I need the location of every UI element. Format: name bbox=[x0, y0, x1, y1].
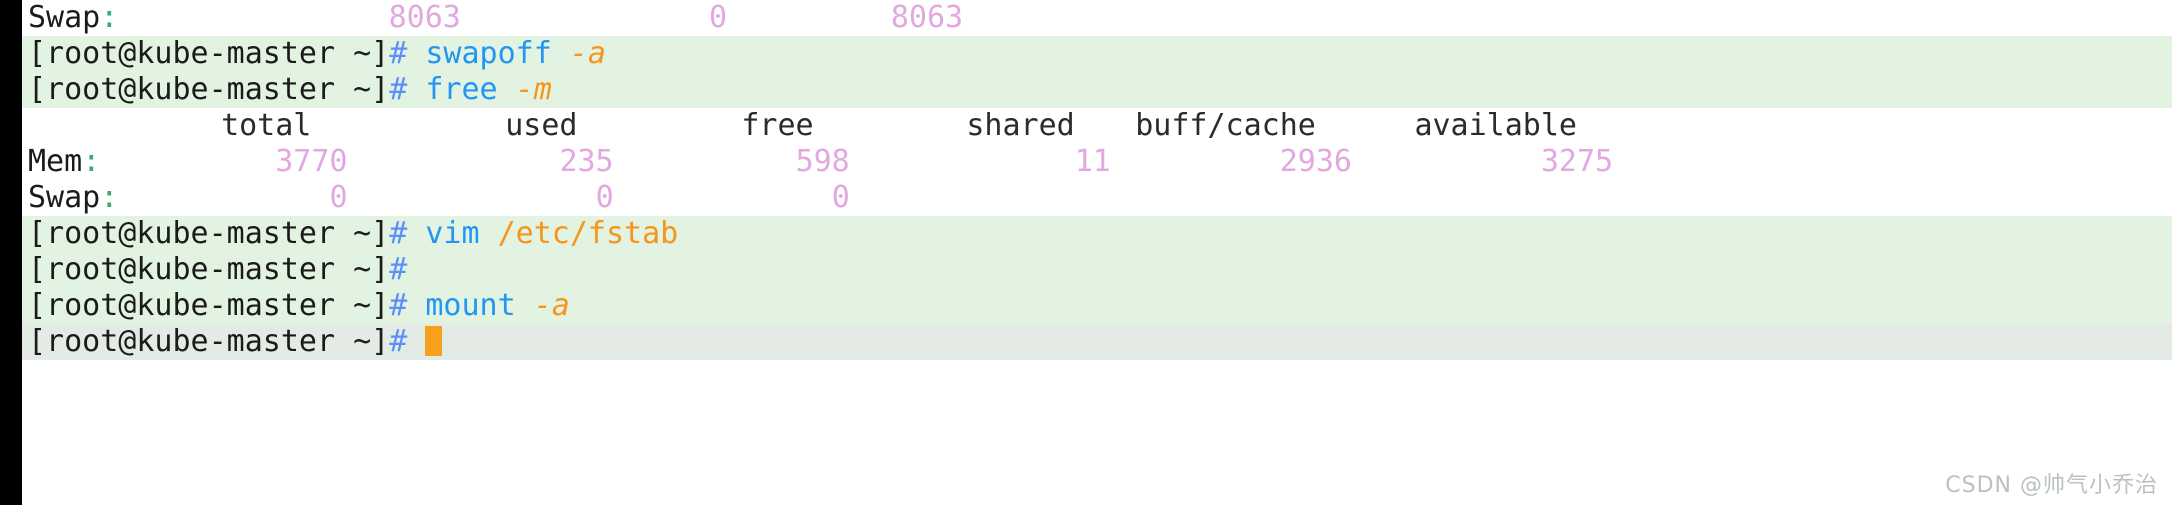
mem-shared-value: 11 bbox=[1074, 144, 1111, 179]
command-line-free[interactable]: [root@kube-master ~]# free -m bbox=[22, 72, 2172, 108]
shell-prompt: [root@kube-master ~] bbox=[28, 216, 390, 251]
prompt-hash-icon: # bbox=[389, 324, 408, 359]
command-name-swapoff: swapoff bbox=[425, 36, 552, 71]
command-name-vim: vim bbox=[425, 216, 480, 251]
mem-used-value: 235 bbox=[559, 144, 614, 179]
row-colon-swap: : bbox=[100, 180, 119, 215]
shell-prompt: [root@kube-master ~] bbox=[28, 288, 390, 323]
terminal-window: Swap: 8063 0 8063 [root@kube-master ~]# … bbox=[0, 0, 2172, 505]
terminal-screen[interactable]: Swap: 8063 0 8063 [root@kube-master ~]# … bbox=[22, 0, 2172, 505]
prompt-hash-icon: # bbox=[389, 252, 408, 287]
command-args-mount: -a bbox=[533, 288, 570, 323]
mem-total-value: 3770 bbox=[275, 144, 348, 179]
swap-top-total: 8063 bbox=[388, 0, 461, 35]
row-label-mem: Mem bbox=[28, 144, 83, 179]
free-table-header-row: total used free shared buff/cache availa… bbox=[22, 108, 2172, 144]
command-line-swapoff[interactable]: [root@kube-master ~]# swapoff -a bbox=[22, 36, 2172, 72]
csdn-watermark: CSDN @帅气小乔治 bbox=[1945, 473, 2158, 498]
mem-free-value: 598 bbox=[795, 144, 850, 179]
prompt-hash-icon: # bbox=[389, 72, 408, 107]
output-line-swap-top: Swap: 8063 0 8063 bbox=[22, 0, 2172, 36]
swap-total-value: 0 bbox=[329, 180, 348, 215]
free-table-row-mem: Mem: 3770 235 598 11 2936 3275 bbox=[22, 144, 2172, 180]
prompt-hash-icon: # bbox=[389, 288, 408, 323]
swap-top-colon: : bbox=[100, 0, 119, 35]
column-header-used: used bbox=[505, 108, 578, 143]
command-name-mount: mount bbox=[425, 288, 516, 323]
mem-available-value: 3275 bbox=[1540, 144, 1614, 179]
command-args-vim: /etc/fstab bbox=[497, 216, 679, 251]
shell-prompt: [root@kube-master ~] bbox=[28, 36, 390, 71]
column-header-free: free bbox=[741, 108, 814, 143]
shell-prompt: [root@kube-master ~] bbox=[28, 324, 390, 359]
swap-free-value: 0 bbox=[831, 180, 850, 215]
swap-top-label: Swap bbox=[28, 0, 101, 35]
column-header-shared: shared bbox=[966, 108, 1075, 143]
row-colon-mem: : bbox=[82, 144, 101, 179]
mem-buff-cache-value: 2936 bbox=[1279, 144, 1352, 179]
swap-top-free: 8063 bbox=[890, 0, 964, 35]
command-args-free: -m bbox=[515, 72, 552, 107]
terminal-left-gutter bbox=[0, 0, 22, 505]
command-line-mount[interactable]: [root@kube-master ~]# mount -a bbox=[22, 288, 2172, 324]
swap-used-value: 0 bbox=[595, 180, 614, 215]
prompt-hash-icon: # bbox=[389, 36, 408, 71]
shell-prompt: [root@kube-master ~] bbox=[28, 252, 390, 287]
prompt-hash-icon: # bbox=[389, 216, 408, 251]
command-name-free: free bbox=[425, 72, 498, 107]
swap-top-used: 0 bbox=[708, 0, 727, 35]
command-line-empty[interactable]: [root@kube-master ~]# bbox=[22, 252, 2172, 288]
command-args-swapoff: -a bbox=[569, 36, 606, 71]
column-header-total: total bbox=[221, 108, 312, 143]
block-cursor-icon bbox=[425, 326, 443, 356]
shell-prompt: [root@kube-master ~] bbox=[28, 72, 390, 107]
column-header-available: available bbox=[1414, 108, 1577, 143]
free-table-row-swap: Swap: 0 0 0 bbox=[22, 180, 2172, 216]
command-line-active[interactable]: [root@kube-master ~]# bbox=[22, 324, 2172, 360]
column-header-buff-cache: buff/cache bbox=[1135, 108, 1316, 143]
row-label-swap: Swap bbox=[28, 180, 101, 215]
command-line-vim[interactable]: [root@kube-master ~]# vim /etc/fstab bbox=[22, 216, 2172, 252]
